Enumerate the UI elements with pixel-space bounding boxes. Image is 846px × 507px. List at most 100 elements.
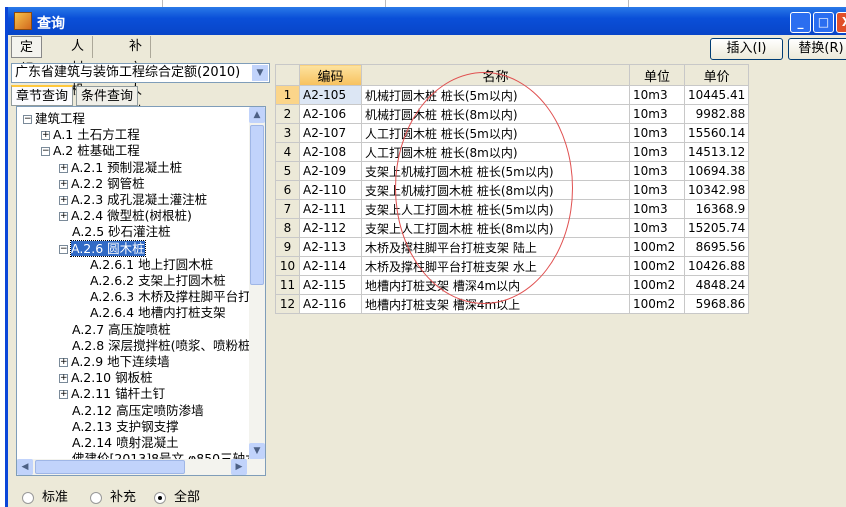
name-cell[interactable]: 支架上人工打圆木桩 桩长(5m以内): [361, 199, 630, 219]
unit-cell[interactable]: 10m3: [629, 180, 685, 200]
collapse-icon[interactable]: −: [41, 147, 50, 157]
replace-button[interactable]: 替换(R): [788, 38, 846, 60]
tab-supplementary-lmm[interactable]: 补充人材机: [121, 36, 152, 142]
expand-icon[interactable]: +: [59, 163, 68, 173]
code-cell[interactable]: A2-114: [299, 256, 362, 276]
table-row[interactable]: 9 A2-113 木桥及撑柱脚平台打桩支架 陆上 100m2 8695.56: [275, 237, 750, 257]
table-row[interactable]: 2 A2-106 机械打圆木桩 桩长(8m以内) 10m3 9982.88: [275, 104, 750, 124]
tree-node[interactable]: A.2.13 支护钢支撑: [72, 419, 179, 435]
code-cell[interactable]: A2-111: [299, 199, 362, 219]
name-cell[interactable]: 支架上机械打圆木桩 桩长(5m以内): [361, 161, 630, 181]
tree-node[interactable]: + A.1 土石方工程: [41, 127, 140, 143]
scroll-up-icon[interactable]: ▲: [249, 107, 265, 123]
expand-icon[interactable]: +: [59, 212, 68, 222]
scroll-thumb[interactable]: [250, 125, 264, 285]
tree-node[interactable]: − A.2 桩基础工程: [41, 143, 140, 159]
tree-node[interactable]: A.2.5 砂石灌注桩: [72, 224, 171, 240]
unit-cell[interactable]: 10m3: [629, 85, 685, 105]
column-header-name[interactable]: 名称: [361, 64, 630, 86]
vertical-scrollbar[interactable]: ▲ ▼: [249, 107, 265, 459]
maximize-button[interactable]: □: [813, 12, 834, 33]
table-row[interactable]: 12 A2-116 地槽内打桩支架 槽深4m以上 100m2 5968.86: [275, 294, 750, 314]
radio-standard[interactable]: 标准: [22, 486, 68, 505]
unit-cell[interactable]: 100m2: [629, 275, 685, 295]
scroll-right-icon[interactable]: ▶: [231, 459, 247, 475]
scroll-down-icon[interactable]: ▼: [249, 443, 265, 459]
scroll-thumb-horizontal[interactable]: [35, 460, 185, 474]
tree-node[interactable]: + A.2.4 微型桩(树根桩): [59, 208, 192, 224]
close-button[interactable]: X: [836, 12, 846, 33]
name-cell[interactable]: 机械打圆木桩 桩长(5m以内): [361, 85, 630, 105]
price-cell[interactable]: 4848.24: [683, 275, 750, 295]
price-cell[interactable]: 9982.88: [683, 104, 750, 124]
unit-cell[interactable]: 10m3: [629, 199, 685, 219]
expand-icon[interactable]: +: [41, 131, 50, 141]
minimize-button[interactable]: _: [790, 12, 811, 33]
scroll-left-icon[interactable]: ◀: [17, 459, 33, 475]
name-cell[interactable]: 机械打圆木桩 桩长(8m以内): [361, 104, 630, 124]
column-header-code[interactable]: 编码: [299, 64, 362, 86]
tree-node[interactable]: + A.2.3 成孔混凝土灌注桩: [59, 192, 207, 208]
price-cell[interactable]: 10342.98: [683, 180, 750, 200]
tree-node[interactable]: A.2.6.4 地槽内打桩支架: [90, 305, 226, 321]
tree-node[interactable]: A.2.6.3 木桥及撑柱脚平台打: [90, 289, 251, 305]
price-cell[interactable]: 8695.56: [683, 237, 750, 257]
tree-node[interactable]: + A.2.11 锚杆土钉: [59, 386, 165, 402]
name-cell[interactable]: 木桥及撑柱脚平台打桩支架 陆上: [361, 237, 630, 257]
tree-node[interactable]: A.2.6.2 支架上打圆木桩: [90, 273, 226, 289]
column-header-price[interactable]: 单价: [683, 64, 750, 86]
table-row[interactable]: 3 A2-107 人工打圆木桩 桩长(5m以内) 10m3 15560.14: [275, 123, 750, 143]
name-cell[interactable]: 地槽内打桩支架 槽深4m以内: [361, 275, 630, 295]
tab-quota[interactable]: 定额: [11, 36, 43, 77]
insert-button[interactable]: 插入(I): [710, 38, 783, 60]
price-cell[interactable]: 14513.12: [683, 142, 750, 162]
name-cell[interactable]: 支架上机械打圆木桩 桩长(8m以内): [361, 180, 630, 200]
table-row[interactable]: 8 A2-112 支架上人工打圆木桩 桩长(8m以内) 10m3 15205.74: [275, 218, 750, 238]
unit-cell[interactable]: 100m2: [629, 237, 685, 257]
tree-node[interactable]: + A.2.2 钢管桩: [59, 176, 145, 192]
chevron-down-icon[interactable]: ▼: [252, 65, 268, 81]
code-cell[interactable]: A2-115: [299, 275, 362, 295]
tree-node[interactable]: A.2.14 喷射混凝土: [72, 435, 179, 451]
unit-cell[interactable]: 10m3: [629, 142, 685, 162]
tree-node[interactable]: A.2.12 高压定喷防渗墙: [72, 403, 204, 419]
table-row[interactable]: 1 A2-105 机械打圆木桩 桩长(5m以内) 10m3 10445.41: [275, 85, 750, 105]
code-cell[interactable]: A2-116: [299, 294, 362, 314]
table-row[interactable]: 10 A2-114 木桥及撑柱脚平台打桩支架 水上 100m2 10426.88: [275, 256, 750, 276]
table-row[interactable]: 6 A2-110 支架上机械打圆木桩 桩长(8m以内) 10m3 10342.98: [275, 180, 750, 200]
expand-icon[interactable]: +: [59, 374, 68, 384]
tree-node[interactable]: A.2.8 深层搅拌桩(喷浆、喷粉桩: [72, 338, 251, 354]
tree-node[interactable]: + A.2.9 地下连续墙: [59, 354, 170, 370]
column-header-unit[interactable]: 单位: [629, 64, 685, 86]
name-cell[interactable]: 木桥及撑柱脚平台打桩支架 水上: [361, 256, 630, 276]
name-cell[interactable]: 人工打圆木桩 桩长(5m以内): [361, 123, 630, 143]
unit-cell[interactable]: 10m3: [629, 218, 685, 238]
price-cell[interactable]: 10694.38: [683, 161, 750, 181]
radio-supplementary[interactable]: 补充: [90, 486, 136, 505]
name-cell[interactable]: 人工打圆木桩 桩长(8m以内): [361, 142, 630, 162]
tab-condition-query[interactable]: 条件查询: [76, 86, 139, 106]
price-cell[interactable]: 10445.41: [683, 85, 750, 105]
code-cell[interactable]: A2-105: [299, 85, 362, 105]
unit-cell[interactable]: 10m3: [629, 161, 685, 181]
tree-node[interactable]: − A.2.6 圆木桩: [59, 239, 146, 257]
table-row[interactable]: 5 A2-109 支架上机械打圆木桩 桩长(5m以内) 10m3 10694.38: [275, 161, 750, 181]
table-row[interactable]: 7 A2-111 支架上人工打圆木桩 桩长(5m以内) 10m3 16368.9: [275, 199, 750, 219]
tree-node[interactable]: − 建筑工程: [23, 111, 85, 127]
quota-library-select[interactable]: 广东省建筑与装饰工程综合定额(2010) ▼: [11, 63, 270, 83]
price-cell[interactable]: 10426.88: [683, 256, 750, 276]
code-cell[interactable]: A2-109: [299, 161, 362, 181]
code-cell[interactable]: A2-110: [299, 180, 362, 200]
code-cell[interactable]: A2-107: [299, 123, 362, 143]
expand-icon[interactable]: +: [59, 358, 68, 367]
price-cell[interactable]: 15560.14: [683, 123, 750, 143]
price-cell[interactable]: 15205.74: [683, 218, 750, 238]
unit-cell[interactable]: 10m3: [629, 123, 685, 143]
radio-all[interactable]: 全部: [154, 486, 200, 505]
tree-node[interactable]: A.2.7 高压旋喷桩: [72, 322, 171, 338]
collapse-icon[interactable]: −: [59, 244, 68, 254]
unit-cell[interactable]: 100m2: [629, 256, 685, 276]
tab-labor-material-machine[interactable]: 人材机: [63, 36, 94, 98]
expand-icon[interactable]: +: [59, 179, 68, 189]
horizontal-scrollbar[interactable]: ◀ ▶: [17, 459, 265, 475]
